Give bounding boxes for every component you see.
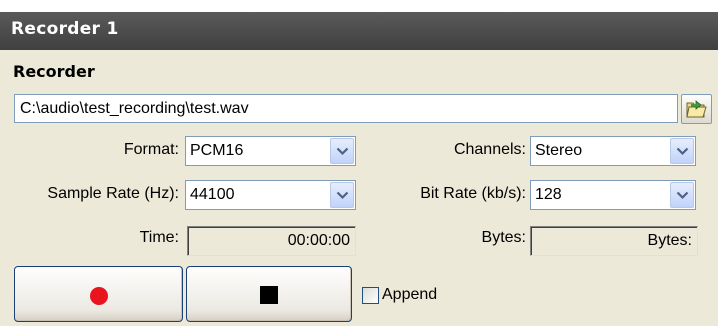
bit-rate-value: 128: [535, 186, 562, 203]
bit-rate-dropdown-arrow[interactable]: [670, 182, 694, 208]
format-select[interactable]: PCM16: [185, 136, 356, 166]
sample-rate-label: Sample Rate (Hz):: [47, 185, 179, 202]
bit-rate-label: Bit Rate (kb/s):: [420, 185, 526, 202]
record-icon: [89, 287, 108, 305]
time-readout: 00:00:00: [187, 226, 356, 256]
recorder-window: Recorder 1 Recorder C:\audio\test_record…: [0, 0, 718, 326]
channels-label: Channels:: [453, 141, 526, 158]
stop-icon: [260, 286, 278, 304]
format-value: PCM16: [190, 142, 244, 159]
bit-rate-select[interactable]: 128: [530, 180, 696, 210]
bytes-label: Bytes:: [481, 229, 526, 246]
open-folder-icon: [686, 100, 707, 118]
chevron-down-icon: [336, 191, 349, 200]
channels-select[interactable]: Stereo: [530, 136, 696, 166]
sample-rate-select[interactable]: 44100: [185, 180, 356, 210]
chevron-down-icon: [336, 147, 349, 156]
sample-rate-dropdown-arrow[interactable]: [330, 182, 354, 208]
channels-dropdown-arrow[interactable]: [670, 138, 694, 164]
channels-value: Stereo: [535, 142, 583, 159]
record-button[interactable]: [14, 266, 183, 322]
chevron-down-icon: [676, 191, 689, 200]
section-label: Recorder: [13, 62, 95, 81]
format-dropdown-arrow[interactable]: [330, 138, 354, 164]
top-margin: [0, 0, 718, 12]
browse-button[interactable]: [681, 94, 712, 124]
time-label: Time:: [139, 229, 179, 246]
append-label[interactable]: Append: [382, 286, 437, 304]
window-title: Recorder 1: [11, 19, 119, 39]
file-path-field[interactable]: C:\audio\test_recording\test.wav: [14, 94, 678, 123]
stop-button[interactable]: [186, 266, 352, 322]
chevron-down-icon: [676, 147, 689, 156]
title-bar: Recorder 1: [0, 12, 718, 50]
append-checkbox[interactable]: [362, 287, 379, 304]
bytes-readout: Bytes:: [530, 226, 698, 256]
format-label: Format:: [123, 141, 179, 158]
sample-rate-value: 44100: [190, 186, 235, 203]
